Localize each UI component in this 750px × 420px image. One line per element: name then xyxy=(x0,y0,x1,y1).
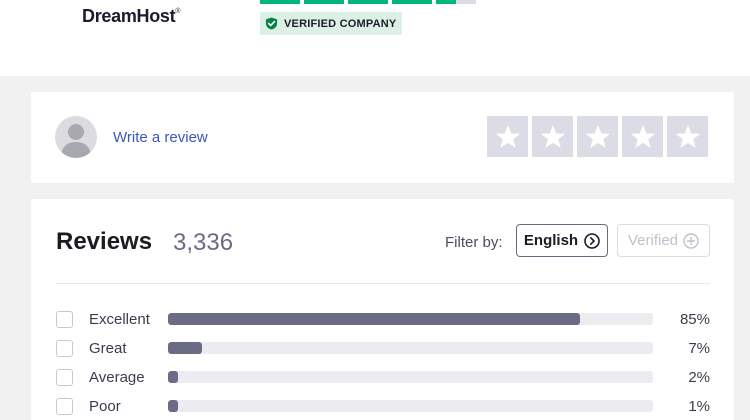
trustscore-star xyxy=(348,0,388,4)
rating-bar-track xyxy=(168,371,653,383)
star-icon xyxy=(540,124,565,148)
rating-bar-fill xyxy=(168,342,202,354)
checkbox[interactable] xyxy=(56,340,73,357)
trademark-symbol: ® xyxy=(175,8,181,15)
star-icon xyxy=(495,124,520,148)
rating-row-excellent[interactable]: Excellent 85% xyxy=(56,310,710,329)
rating-label: Average xyxy=(89,369,145,386)
rating-star-picker xyxy=(487,116,708,157)
rating-percent: 2% xyxy=(688,369,710,386)
write-review-link[interactable]: Write a review xyxy=(113,129,208,146)
rating-percent: 85% xyxy=(679,311,710,328)
rating-bar-fill xyxy=(168,400,178,412)
language-filter-label: English xyxy=(523,232,579,249)
rate-star-4[interactable] xyxy=(622,116,663,157)
checkbox[interactable] xyxy=(56,369,73,386)
verified-company-label: VERIFIED COMPANY xyxy=(284,17,397,30)
verified-filter-label: Verified xyxy=(627,232,679,249)
rating-bar-fill xyxy=(168,371,178,383)
trustscore-star-partial xyxy=(436,0,476,4)
trustscore-star xyxy=(304,0,344,4)
filter-label: Filter by: xyxy=(445,234,503,251)
star-icon xyxy=(585,124,610,148)
rating-bar-fill xyxy=(168,313,581,325)
language-filter-button[interactable]: English xyxy=(516,224,608,257)
company-header: DreamHost® VERIFIED COMPANY xyxy=(0,0,750,76)
rating-row-average[interactable]: Average 2% xyxy=(56,368,710,387)
company-name: DreamHost xyxy=(82,6,176,26)
rating-bar-track xyxy=(168,400,653,412)
user-silhouette-icon xyxy=(61,124,91,158)
chevron-circle-icon xyxy=(584,232,600,249)
plus-circle-icon xyxy=(683,232,699,249)
trustscore-stars xyxy=(260,0,476,4)
rating-row-poor[interactable]: Poor 1% xyxy=(56,397,710,416)
rate-star-2[interactable] xyxy=(532,116,573,157)
verified-company-badge[interactable]: VERIFIED COMPANY xyxy=(260,12,403,35)
checkbox[interactable] xyxy=(56,311,73,328)
rating-label: Excellent xyxy=(89,311,150,328)
checkbox[interactable] xyxy=(56,398,73,415)
rate-star-1[interactable] xyxy=(487,116,528,157)
company-logo[interactable]: DreamHost® xyxy=(82,6,180,27)
reviews-card: Reviews 3,336 Filter by: English Verifie… xyxy=(31,199,734,420)
trustscore-star xyxy=(260,0,300,4)
rating-row-great[interactable]: Great 7% xyxy=(56,339,710,358)
rating-label: Great xyxy=(89,340,127,357)
rating-bar-track xyxy=(168,342,653,354)
rating-percent: 1% xyxy=(688,398,710,415)
star-icon xyxy=(675,124,700,148)
verified-filter-button[interactable]: Verified xyxy=(617,224,710,257)
star-icon xyxy=(630,124,655,148)
trustscore-star xyxy=(392,0,432,4)
write-review-card: Write a review xyxy=(31,92,734,183)
rate-star-5[interactable] xyxy=(667,116,708,157)
rate-star-3[interactable] xyxy=(577,116,618,157)
shield-check-icon xyxy=(265,17,278,30)
divider xyxy=(56,283,710,284)
reviews-heading: Reviews xyxy=(56,228,153,255)
avatar xyxy=(55,116,97,158)
reviews-count: 3,336 xyxy=(173,229,234,256)
rating-percent: 7% xyxy=(688,340,710,357)
rating-bar-track xyxy=(168,313,653,325)
rating-label: Poor xyxy=(89,398,121,415)
